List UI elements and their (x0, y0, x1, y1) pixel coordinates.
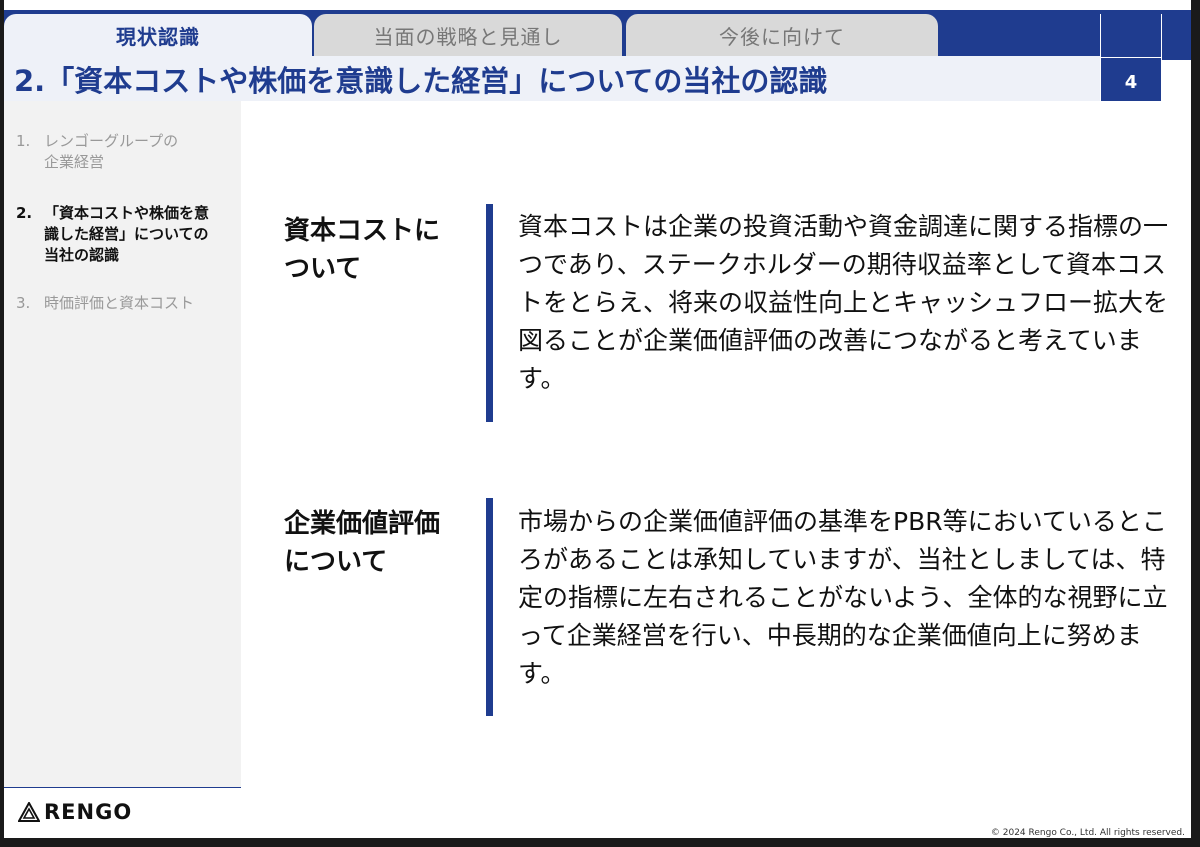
section-body-enterprise-value: 市場からの企業価値評価の基準をPBR等においているところがあることは承知していま… (518, 507, 1168, 688)
sidebar-item-number: 3. (16, 294, 31, 312)
page-box-divider (1101, 57, 1161, 58)
rengo-triangle-logo-icon (18, 802, 40, 822)
page-number: 4 (1124, 72, 1138, 93)
sidebar-item-market-value[interactable]: 3. 時価評価と資本コスト (16, 293, 238, 314)
tab-current-status[interactable]: 現状認識 (4, 14, 312, 56)
tab-strategy-outlook[interactable]: 当面の戦略と見通し (314, 14, 622, 56)
logo-wordmark: RENGO (44, 800, 133, 824)
section-body-capital-cost: 資本コストは企業の投資活動や資金調達に関する指標の一つであり、ステークホルダーの… (518, 212, 1169, 393)
sidebar-item-number: 2. (16, 204, 33, 222)
copyright-notice: © 2024 Rengo Co., Ltd. All rights reserv… (990, 828, 1185, 838)
section-accent-bar (486, 498, 493, 716)
tab-future[interactable]: 今後に向けて (626, 14, 938, 56)
section-accent-bar (486, 204, 493, 422)
sidebar-item-capital-cost-awareness[interactable]: 2. 「資本コストや株価を意 識した経営」についての 当社の認識 (16, 203, 238, 266)
section-heading-enterprise-value: 企業価値評価 について (284, 509, 441, 577)
sidebar-item-label: レンゴーグループの 企業経営 (44, 132, 179, 171)
sidebar-item-label: 「資本コストや株価を意 識した経営」についての 当社の認識 (44, 204, 210, 264)
page-number-box: 4 (1100, 14, 1162, 101)
sidebar-item-number: 1. (16, 132, 31, 150)
company-logo: RENGO (18, 800, 132, 824)
sidebar-divider (4, 787, 241, 788)
sidebar-item-label: 時価評価と資本コスト (44, 294, 195, 312)
page-title: 2.「資本コストや株価を意識した経営」についての当社の認識 (14, 64, 828, 98)
sidebar-item-group-management[interactable]: 1. レンゴーグループの 企業経営 (16, 131, 238, 173)
slide: 現状認識 当面の戦略と見通し 今後に向けて 2.「資本コストや株価を意識した経営… (4, 0, 1191, 838)
section-heading-capital-cost: 資本コストに ついて (284, 216, 441, 284)
